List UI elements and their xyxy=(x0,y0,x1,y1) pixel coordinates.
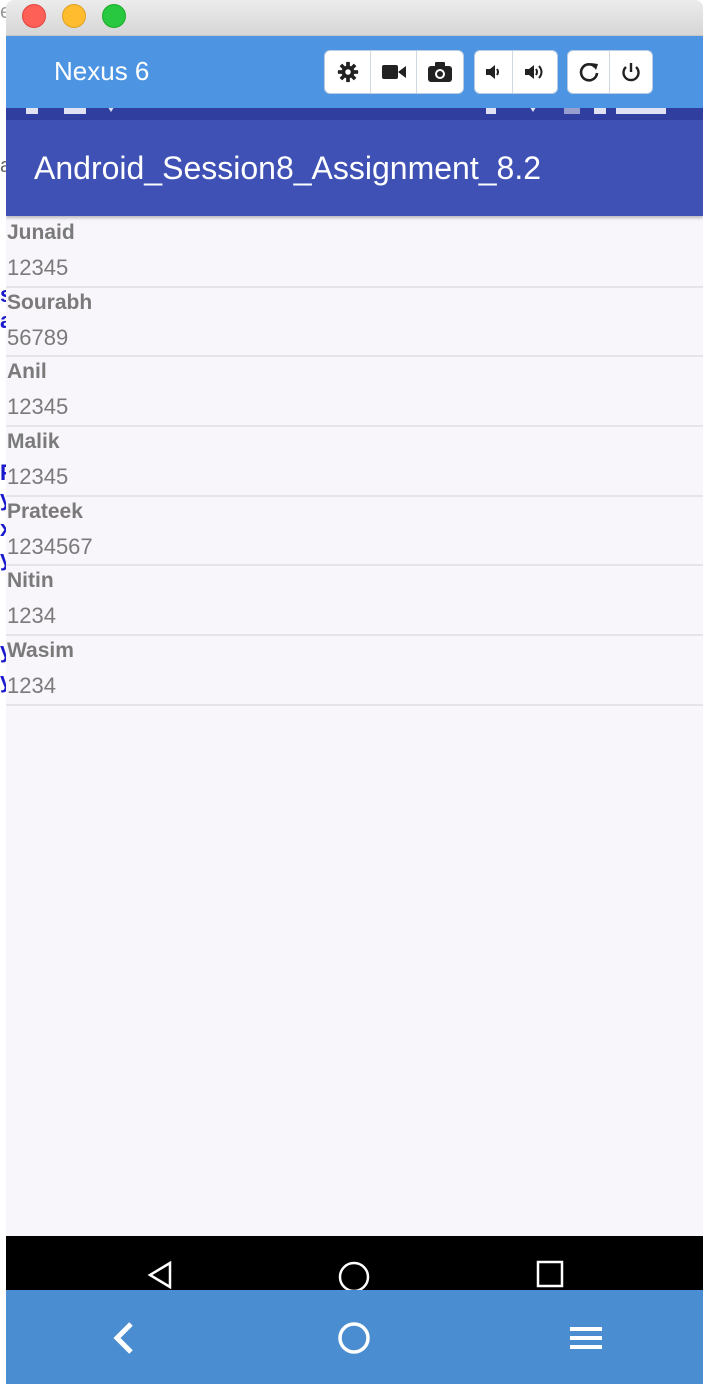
contact-name: Nitin xyxy=(7,569,54,593)
video-camera-icon xyxy=(381,65,406,79)
contact-name: Malik xyxy=(7,430,60,454)
close-button[interactable] xyxy=(22,4,46,28)
power-button[interactable] xyxy=(610,51,652,93)
android-status-bar xyxy=(6,108,703,120)
volume-up-icon xyxy=(525,65,543,79)
rotate-button[interactable] xyxy=(568,51,610,93)
list-item[interactable]: Nitin 1234 xyxy=(6,566,703,637)
screen: e a s a F y x y y y Nexus 6 xyxy=(0,0,706,1384)
android-recents-button[interactable] xyxy=(536,1260,564,1288)
notification-icons xyxy=(26,108,114,114)
status-icons xyxy=(486,108,666,114)
home-icon xyxy=(338,1261,370,1293)
android-nav-bar xyxy=(6,1236,703,1293)
volume-down-icon xyxy=(485,65,499,79)
contact-phone: 12345 xyxy=(7,394,69,420)
power-icon xyxy=(622,63,640,82)
list-item[interactable]: Sourabh 56789 xyxy=(6,288,703,358)
menu-icon xyxy=(570,1327,602,1349)
window-titlebar[interactable] xyxy=(6,0,703,36)
contact-phone: 56789 xyxy=(7,324,69,350)
emulator-toolbar: Nexus 6 xyxy=(6,36,703,108)
toolbar-group-power xyxy=(567,50,653,94)
home-circle-icon xyxy=(338,1322,370,1354)
contact-name: Prateek xyxy=(7,499,83,523)
volume-down-button[interactable] xyxy=(475,51,513,93)
app-title: Android_Session8_Assignment_8.2 xyxy=(34,150,541,186)
contact-phone: 1234 xyxy=(7,673,56,699)
emulator-window: Nexus 6 Android_Session8_Assignment_8.2 … xyxy=(6,0,703,1384)
back-triangle-icon xyxy=(147,1260,172,1290)
contact-name: Junaid xyxy=(7,221,75,244)
screenshot-button[interactable] xyxy=(417,51,463,93)
contact-phone: 12345 xyxy=(7,255,69,280)
camera-icon xyxy=(428,62,452,82)
gear-icon xyxy=(337,61,358,83)
contacts-list[interactable]: Junaid 12345 Sourabh 56789 Anil 12345 Ma… xyxy=(6,218,703,706)
screenrecord-button[interactable] xyxy=(371,51,417,93)
android-back-button[interactable] xyxy=(146,1260,176,1290)
list-item[interactable]: Wasim 1234 xyxy=(6,636,703,706)
maximize-button[interactable] xyxy=(102,4,126,28)
volume-up-button[interactable] xyxy=(513,51,557,93)
list-item[interactable]: Junaid 12345 xyxy=(6,218,703,288)
contact-name: Sourabh xyxy=(7,290,93,314)
app-action-bar: Android_Session8_Assignment_8.2 xyxy=(6,120,703,216)
toolbar-group-volume xyxy=(474,50,558,94)
list-item[interactable]: Anil 12345 xyxy=(6,357,703,428)
list-item[interactable]: Prateek 1234567 xyxy=(6,497,703,567)
list-item[interactable]: Malik 12345 xyxy=(6,427,703,497)
rotate-icon xyxy=(579,63,598,82)
recents-icon xyxy=(536,1260,564,1288)
android-home-button[interactable] xyxy=(337,1260,371,1294)
minimize-button[interactable] xyxy=(62,4,86,28)
device-name: Nexus 6 xyxy=(54,56,150,86)
emulator-home-button[interactable] xyxy=(334,1318,374,1358)
back-chevron-icon xyxy=(113,1322,133,1354)
toolbar-group-settings xyxy=(324,50,464,94)
contact-phone: 1234567 xyxy=(7,533,93,559)
settings-button[interactable] xyxy=(325,51,371,93)
emulator-bottom-bar xyxy=(6,1290,703,1384)
contact-name: Wasim xyxy=(7,639,74,663)
emulator-menu-button[interactable] xyxy=(566,1318,606,1358)
contact-phone: 12345 xyxy=(7,464,69,490)
contact-phone: 1234 xyxy=(7,603,56,629)
emulator-back-button[interactable] xyxy=(104,1318,144,1358)
contact-name: Anil xyxy=(7,360,47,384)
